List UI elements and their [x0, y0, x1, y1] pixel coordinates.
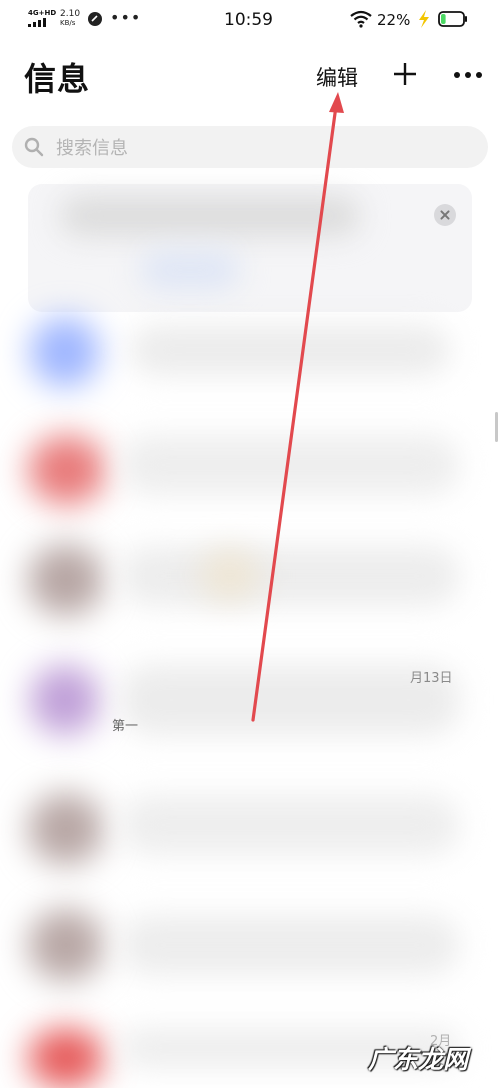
list-item[interactable] — [0, 415, 500, 535]
list-item-blurred-text — [120, 435, 460, 495]
search-input[interactable] — [54, 126, 458, 170]
network-speed-unit: KB/s — [60, 19, 76, 27]
signal-strength-icon — [28, 18, 46, 27]
list-item-blurred-text — [120, 665, 460, 735]
list-item[interactable] — [0, 895, 500, 1015]
list-item[interactable] — [0, 305, 500, 415]
app-notification-icon — [88, 12, 102, 26]
list-item-blurred-text — [120, 915, 460, 975]
list-item-date: 月13日 — [410, 671, 453, 686]
scrollbar[interactable] — [495, 412, 498, 442]
network-type-label: 4G+HD — [28, 9, 57, 17]
list-item-blurred-text — [120, 546, 460, 606]
list-item-blurred-text — [130, 325, 450, 375]
more-dots-icon[interactable] — [453, 70, 483, 80]
avatar — [30, 317, 100, 387]
notification-card-blurred-icon — [140, 250, 240, 290]
avatar — [28, 435, 106, 505]
list-item-snippet: 第一 — [112, 719, 139, 734]
status-more-dots: ••• — [110, 8, 142, 27]
avatar — [30, 665, 100, 735]
charging-bolt-icon — [419, 10, 429, 28]
list-item-blurred-image — [200, 550, 260, 600]
list-item[interactable] — [0, 530, 500, 640]
list-item[interactable] — [0, 775, 500, 895]
network-speed-value: 2.10 — [60, 9, 81, 19]
avatar — [28, 909, 104, 981]
avatar — [28, 544, 104, 616]
close-icon[interactable] — [434, 204, 456, 226]
battery-icon — [438, 11, 467, 27]
clock: 10:59 — [224, 10, 273, 30]
edit-button[interactable]: 编辑 — [316, 62, 358, 92]
search-bar[interactable] — [12, 126, 488, 170]
network-speed: 2.10 KB/s — [60, 10, 80, 28]
watermark-logo: 广东龙网 — [368, 1045, 469, 1074]
wifi-icon — [350, 10, 372, 28]
avatar — [28, 1028, 104, 1088]
search-icon — [24, 137, 44, 157]
plus-icon[interactable] — [392, 61, 418, 87]
list-item[interactable]: 月13日 第一 — [0, 645, 500, 765]
status-bar: 4G+HD 2.10 KB/s ••• 10:59 22% — [0, 0, 500, 40]
page-title: 信息 — [24, 60, 91, 98]
avatar — [28, 793, 104, 865]
list-item-blurred-text — [120, 795, 460, 855]
battery-percent: 22% — [377, 11, 411, 29]
notification-card-blurred-content — [60, 196, 360, 236]
